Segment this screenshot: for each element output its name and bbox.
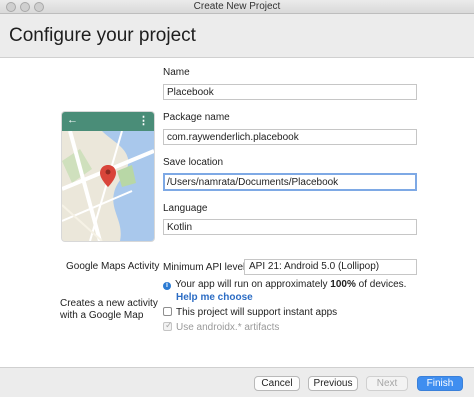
language-select[interactable]: [163, 219, 417, 235]
map-illustration: [62, 131, 154, 241]
api-info-suffix: of devices.: [355, 279, 407, 290]
min-api-select[interactable]: API 21: Android 5.0 (Lollipop): [244, 259, 417, 275]
name-label: Name: [163, 67, 190, 78]
window-title: Create New Project: [193, 1, 281, 12]
info-bulb-icon: i: [163, 282, 171, 290]
next-button[interactable]: Next: [366, 376, 408, 391]
checkmark-icon: ✓: [165, 320, 173, 330]
name-field[interactable]: [163, 84, 417, 100]
api-info: i Your app will run on approximately 100%…: [163, 279, 406, 290]
page-title: Configure your project: [9, 25, 196, 46]
more-vert-icon: ⋮: [138, 115, 149, 127]
template-preview: ← ⋮: [62, 112, 154, 241]
finish-button[interactable]: Finish: [417, 376, 463, 391]
package-name-field[interactable]: [163, 129, 417, 145]
wizard-header: Configure your project: [0, 14, 474, 58]
template-name: Google Maps Activity: [66, 261, 160, 272]
androidx-option: ✓ Use androidx.* artifacts: [163, 320, 280, 333]
cancel-button[interactable]: Cancel: [254, 376, 300, 391]
instant-apps-option[interactable]: This project will support instant apps: [163, 307, 337, 318]
phone-toolbar: ← ⋮: [62, 112, 154, 131]
min-api-label: Minimum API level: [163, 262, 246, 273]
help-me-choose-link[interactable]: Help me choose: [176, 292, 253, 303]
previous-button[interactable]: Previous: [308, 376, 358, 391]
instant-apps-checkbox[interactable]: [163, 307, 172, 316]
androidx-label: Use androidx.* artifacts: [176, 322, 280, 333]
package-label: Package name: [163, 112, 230, 123]
api-info-percent: 100%: [330, 279, 356, 290]
template-description: Creates a new activity with a Google Map: [60, 298, 158, 321]
api-info-prefix: Your app will run on approximately: [175, 279, 331, 290]
instant-apps-label: This project will support instant apps: [176, 307, 338, 318]
save-location-field[interactable]: [163, 173, 417, 191]
androidx-checkbox: ✓: [163, 320, 173, 331]
wizard-content: ← ⋮ Google Maps Activity Creates a new a…: [0, 58, 474, 367]
window-titlebar: Create New Project: [0, 0, 474, 14]
arrow-left-icon: ←: [67, 114, 78, 126]
language-label: Language: [163, 203, 208, 214]
wizard-footer: Cancel Previous Next Finish: [0, 367, 474, 397]
save-location-label: Save location: [163, 157, 224, 168]
